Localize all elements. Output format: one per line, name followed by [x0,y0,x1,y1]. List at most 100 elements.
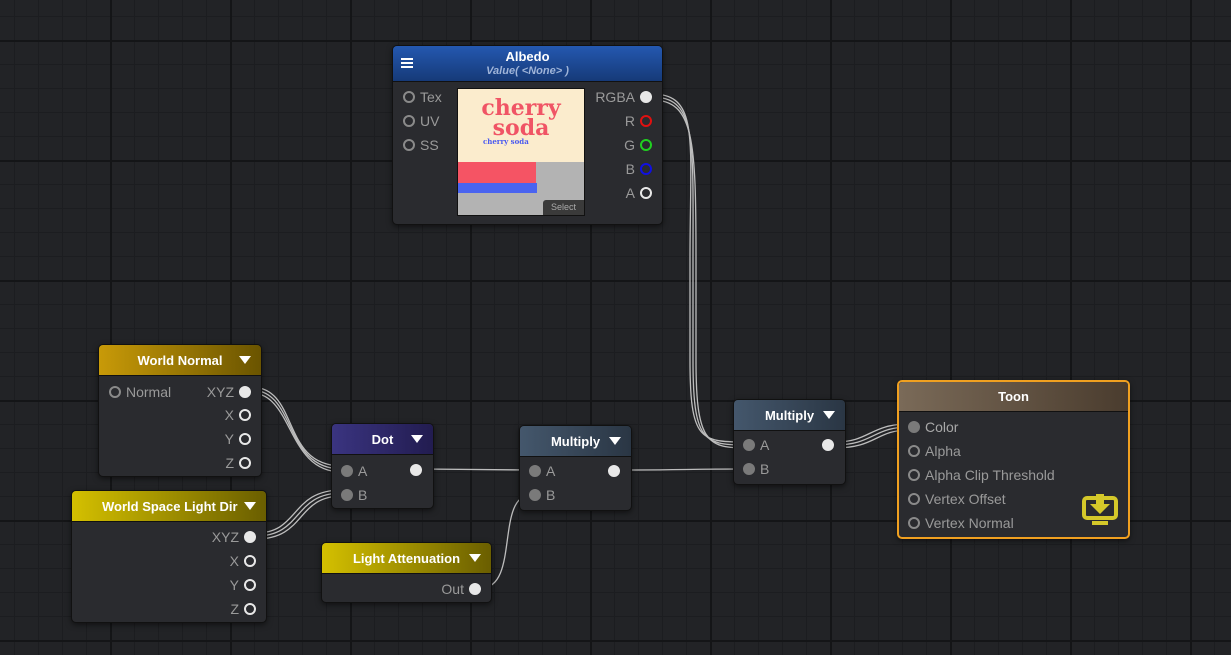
port-icon[interactable] [341,489,353,501]
node-header[interactable]: World Normal [99,345,261,376]
port-icon[interactable] [640,91,652,103]
port-icon[interactable] [239,433,251,445]
port-icon[interactable] [529,489,541,501]
input-color[interactable]: Color [908,419,958,435]
port-label: B [358,487,368,503]
output-xyz[interactable]: XYZ [207,384,251,400]
port-icon[interactable] [469,583,481,595]
wire-lightdir-to-dot [255,489,343,540]
dropdown-icon[interactable] [244,502,256,510]
node-header[interactable]: Dot [332,424,433,455]
output-rgba[interactable]: RGBA [595,89,652,105]
port-label: Color [925,419,959,435]
input-b[interactable]: B [743,461,769,477]
node-header[interactable]: World Space Light Dir [72,491,266,522]
port-icon[interactable] [743,463,755,475]
wire-dot-to-multiply1 [421,468,532,471]
input-normal[interactable]: Normal [109,384,171,400]
port-label: B [760,461,770,477]
input-alpha-clip-threshold[interactable]: Alpha Clip Threshold [908,467,1055,483]
port-icon[interactable] [908,469,920,481]
input-b[interactable]: B [529,487,555,503]
output-x[interactable]: X [225,407,251,423]
port-icon[interactable] [239,386,251,398]
menu-icon[interactable] [401,58,413,68]
port-icon[interactable] [640,187,652,199]
port-label: Alpha Clip Threshold [925,467,1055,483]
port-label: Out [441,581,464,597]
input-vertex-offset[interactable]: Vertex Offset [908,491,1006,507]
node-header[interactable]: Multiply [520,426,631,457]
input-a[interactable]: A [341,463,367,479]
node-header[interactable]: Toon [899,382,1128,412]
output-port[interactable] [822,439,834,451]
light-dir-node[interactable]: World Space Light Dir XYZ X Y Z [71,490,267,623]
port-icon[interactable] [244,579,256,591]
input-b[interactable]: B [341,487,367,503]
input-vertex-normal[interactable]: Vertex Normal [908,515,1014,531]
input-a[interactable]: A [529,463,555,479]
port-icon[interactable] [403,115,415,127]
port-label: Alpha [925,443,961,459]
toon-output-node[interactable]: Toon Color Alpha Alpha Clip Threshold Ve… [897,380,1130,539]
node-title: Toon [998,389,1029,404]
wire-worldnormal-to-dot [250,386,343,473]
output-z[interactable]: Z [230,601,256,617]
output-y[interactable]: Y [230,577,256,593]
port-icon[interactable] [908,421,920,433]
dropdown-icon[interactable] [609,437,621,445]
port-icon[interactable] [239,409,251,421]
output-port[interactable] [410,464,422,476]
port-icon[interactable] [341,465,353,477]
dot-node[interactable]: Dot A B [331,423,434,509]
world-normal-node[interactable]: World Normal Normal XYZ X Y Z [98,344,262,477]
dropdown-icon[interactable] [239,356,251,364]
dropdown-icon[interactable] [823,411,835,419]
node-header[interactable]: Light Attenuation [322,543,491,574]
albedo-node[interactable]: Albedo Value( <None> ) Tex UV SS cherry … [392,45,663,225]
port-icon[interactable] [403,91,415,103]
port-icon[interactable] [640,139,652,151]
node-header[interactable]: Multiply [734,400,845,431]
light-attenuation-node[interactable]: Light Attenuation Out [321,542,492,603]
port-icon[interactable] [403,139,415,151]
port-label: A [760,437,770,453]
multiply-node-1[interactable]: Multiply A B [519,425,632,511]
select-button[interactable]: Select [543,200,584,215]
output-g[interactable]: G [624,137,652,153]
port-icon[interactable] [244,603,256,615]
port-icon[interactable] [908,493,920,505]
input-tex[interactable]: Tex [403,89,442,105]
texture-preview[interactable]: cherry soda cherry soda Select [457,88,585,216]
output-xyz[interactable]: XYZ [212,529,256,545]
port-icon[interactable] [908,445,920,457]
port-icon[interactable] [109,386,121,398]
output-a[interactable]: A [626,185,652,201]
port-icon[interactable] [640,115,652,127]
port-icon[interactable] [640,163,652,175]
input-a[interactable]: A [743,437,769,453]
port-icon[interactable] [244,555,256,567]
dropdown-icon[interactable] [469,554,481,562]
albedo-header[interactable]: Albedo Value( <None> ) [393,46,662,82]
output-b[interactable]: B [626,161,652,177]
port-icon[interactable] [239,457,251,469]
output-z[interactable]: Z [225,455,251,471]
node-title: Dot [371,431,394,447]
port-label: Vertex Normal [925,515,1014,531]
port-icon[interactable] [908,517,920,529]
wire-multiply1-to-multiply2 [619,468,746,471]
port-icon[interactable] [743,439,755,451]
input-alpha[interactable]: Alpha [908,443,961,459]
output-y[interactable]: Y [225,431,251,447]
port-icon[interactable] [529,465,541,477]
input-uv[interactable]: UV [403,113,439,129]
dropdown-icon[interactable] [411,435,423,443]
multiply-node-2[interactable]: Multiply A B [733,399,846,485]
output-port[interactable] [608,465,620,477]
port-icon[interactable] [244,531,256,543]
output-x[interactable]: X [230,553,256,569]
output-out[interactable]: Out [441,581,481,597]
input-ss[interactable]: SS [403,137,439,153]
output-r[interactable]: R [625,113,652,129]
